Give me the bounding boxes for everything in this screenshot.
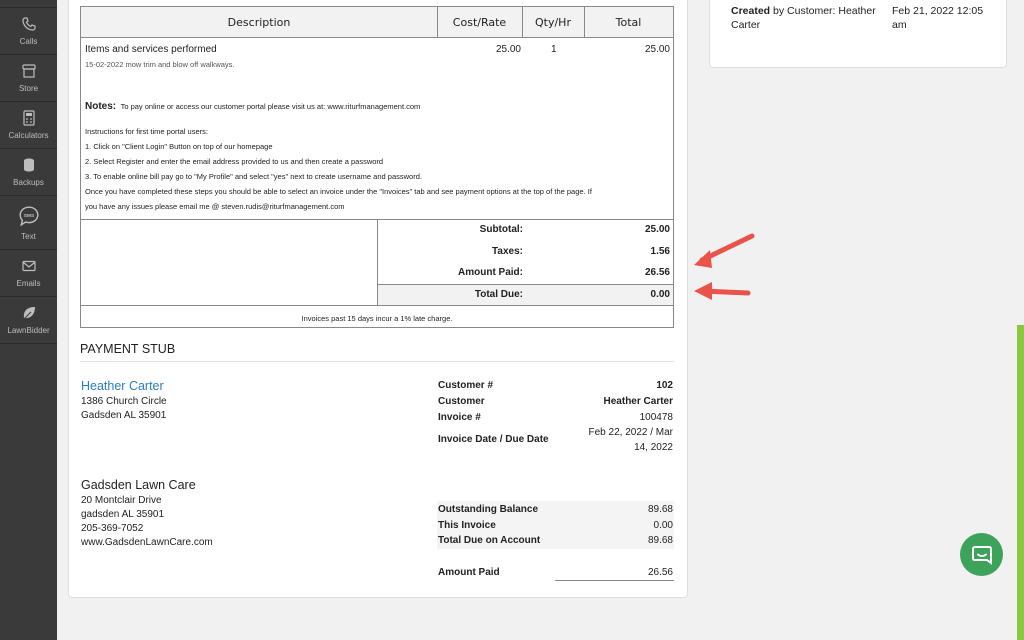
- sidebar-item-text[interactable]: SMS Text: [0, 196, 57, 250]
- sidebar-label: Calculators: [8, 131, 49, 140]
- item-name: Items and services performed: [85, 44, 217, 55]
- annotation-arrows: [694, 233, 755, 300]
- instruction-line: Once you have completed these steps you …: [85, 187, 592, 196]
- sidebar-item-calculators[interactable]: Calculators: [0, 102, 57, 149]
- invoice-table: Description Cost/Rate Qty/Hr Total Items…: [80, 6, 674, 328]
- amount-paid-value: 26.56: [644, 267, 670, 278]
- chat-launcher-button[interactable]: [960, 533, 1003, 576]
- notes-text: To pay online or access our customer por…: [120, 102, 421, 111]
- sidebar-item-emails[interactable]: Emails: [0, 250, 57, 297]
- sidebar-item-backups[interactable]: Backups: [0, 149, 57, 196]
- company-website: www.GadsdenLawnCare.com: [81, 537, 213, 548]
- activity-created-by: by Customer: Heather: [770, 5, 876, 17]
- customer-number-label: Customer #: [438, 380, 494, 391]
- item-total: 25.00: [644, 44, 670, 55]
- instruction-line: Instructions for first time portal users…: [85, 127, 208, 136]
- store-icon: [21, 64, 36, 78]
- company-phone: 205-369-7052: [81, 523, 144, 534]
- header-cost: Cost/Rate: [437, 7, 522, 38]
- subtotal-value: 25.00: [644, 224, 670, 235]
- amount-paid-label: Amount Paid:: [458, 267, 523, 278]
- customer-address-2: Gadsden AL 35901: [81, 410, 167, 421]
- amount-paid-underline: [555, 580, 674, 581]
- header-qty: Qty/Hr: [522, 7, 584, 38]
- instruction-line: 2. Select Register and enter the email a…: [85, 157, 384, 166]
- sidebar-label: Emails: [16, 279, 41, 288]
- sidebar-label: LawnBidder: [7, 326, 50, 335]
- company-address-1: 20 Montclair Drive: [81, 495, 162, 506]
- customer-address-1: 1386 Church Circle: [81, 396, 167, 407]
- sidebar-item-calls[interactable]: Calls: [0, 8, 57, 55]
- header-description: Description: [81, 7, 437, 38]
- taxes-label: Taxes:: [492, 246, 523, 257]
- leaf-icon: [23, 307, 35, 320]
- invoice-date-value: Feb 22, 2022 / Mar: [588, 427, 674, 438]
- sidebar-item-store[interactable]: Store: [0, 55, 57, 102]
- activity-date-1: Feb 21, 2022 12:05: [892, 5, 984, 17]
- invoice-number-label: Invoice #: [438, 412, 481, 423]
- customer-number-value: 102: [656, 380, 673, 391]
- database-icon: [23, 158, 34, 172]
- instruction-line: you have any issues please email me @ st…: [85, 202, 345, 211]
- instruction-line: 1. Click on "Client Login" Button on top…: [85, 142, 273, 151]
- late-charge-note: Invoices past 15 days incur a 1% late ch…: [301, 314, 453, 323]
- total-due-label: Total Due:: [474, 289, 523, 300]
- activity-created-by-2: Carter: [731, 19, 761, 31]
- due-date-value: 14, 2022: [634, 442, 673, 453]
- company-name: Gadsden Lawn Care: [81, 478, 196, 492]
- item-cost: 25.00: [495, 44, 521, 55]
- subtotal-label: Subtotal:: [479, 224, 523, 235]
- sidebar-item-lawnbidder[interactable]: LawnBidder: [0, 297, 57, 344]
- total-due-account-value: 89.68: [647, 535, 673, 546]
- header-total: Total: [584, 7, 673, 38]
- taxes-value: 1.56: [650, 246, 670, 257]
- outstanding-balance-label: Outstanding Balance: [438, 504, 539, 515]
- invoice-date-label: Invoice Date / Due Date: [438, 434, 549, 445]
- customer-name-link[interactable]: Heather Carter: [81, 379, 164, 393]
- envelope-icon: [21, 260, 36, 272]
- sidebar-label: Calls: [19, 37, 38, 46]
- customer-label: Customer: [438, 396, 485, 407]
- scrollbar-thumb[interactable]: [1017, 325, 1024, 640]
- activity-created-label: Created: [731, 5, 771, 17]
- sidebar-label: Backups: [13, 178, 44, 187]
- sidebar-item-partial[interactable]: [0, 0, 57, 8]
- total-due-account-label: Total Due on Account: [438, 535, 541, 546]
- sidebar: Calls Store Calculators Backups SMS Text…: [0, 0, 57, 640]
- outstanding-balance-value: 89.68: [647, 504, 673, 515]
- notes-line: Notes: To pay online or access our custo…: [85, 96, 420, 114]
- sidebar-label: Text: [21, 231, 36, 241]
- stub-title: PAYMENT STUB: [80, 342, 176, 356]
- total-due-value: 0.00: [650, 289, 670, 300]
- sms-icon: SMS: [18, 205, 39, 226]
- activity-date-2: am: [892, 19, 907, 31]
- sidebar-label: Store: [18, 84, 39, 93]
- chat-icon: [971, 545, 992, 565]
- svg-text:SMS: SMS: [23, 213, 34, 219]
- this-invoice-value: 0.00: [653, 520, 673, 531]
- activity-date: Feb 21, 2022 12:05 am: [892, 4, 1002, 32]
- calculator-icon: [22, 110, 35, 126]
- invoice-number-value: 100478: [639, 412, 673, 423]
- phone-icon: [21, 17, 36, 31]
- item-qty: 1: [551, 44, 557, 55]
- this-invoice-label: This Invoice: [438, 520, 496, 531]
- company-address-2: gadsden AL 35901: [81, 509, 165, 520]
- instruction-line: 3. To enable online bill pay go to "My P…: [85, 172, 422, 181]
- stub-amount-paid-value: 26.56: [647, 567, 673, 578]
- item-detail: 15-02-2022 mow trim and blow off walkway…: [85, 60, 235, 69]
- notes-label: Notes:: [85, 101, 117, 112]
- activity-created-text: Created by Customer: Heather Carter: [731, 4, 881, 32]
- stub-amount-paid-label: Amount Paid: [438, 567, 500, 578]
- customer-value: Heather Carter: [603, 396, 673, 407]
